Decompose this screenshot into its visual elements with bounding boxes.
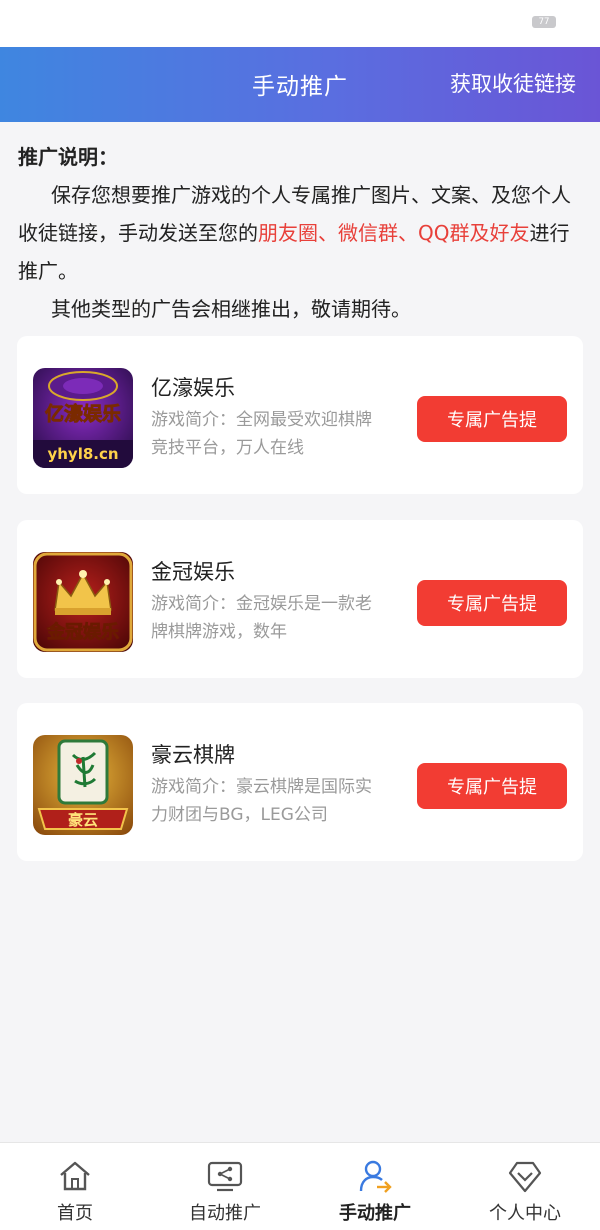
logo-title-text: 亿濠娱乐 bbox=[45, 402, 121, 425]
get-invite-link-button[interactable]: 获取收徒链接 bbox=[450, 68, 576, 98]
game-card: 豪云 豪云棋牌 游戏简介：豪云棋牌是国际实力财团与BG，LEG公司 专属广告提 bbox=[17, 703, 583, 861]
tab-home-label: 首页 bbox=[57, 1203, 93, 1224]
share-screen-icon bbox=[207, 1161, 243, 1192]
coming-soon-note: 其他类型的广告会相继推出，敬请期待。 bbox=[51, 297, 411, 321]
tab-auto-promo[interactable]: 自动推广 bbox=[150, 1143, 300, 1230]
game-name: 豪云棋牌 bbox=[151, 743, 235, 767]
logo-title-text: 豪云 bbox=[68, 811, 98, 829]
game-description: 游戏简介：金冠娱乐是一款老牌棋牌游戏，数年 bbox=[151, 594, 372, 642]
tab-profile[interactable]: 个人中心 bbox=[450, 1143, 600, 1230]
promo-channels-highlight: 朋友圈、微信群、QQ群及好友 bbox=[258, 221, 530, 245]
game-name: 金冠娱乐 bbox=[151, 560, 235, 584]
status-bar: 77 bbox=[0, 0, 600, 47]
tab-manual-promo[interactable]: 手动推广 bbox=[300, 1143, 450, 1230]
bottom-tab-bar: 首页 自动推广 手动推广 个人中心 bbox=[0, 1142, 600, 1230]
exclusive-ad-button[interactable]: 专属广告提 bbox=[417, 580, 567, 626]
promo-description-paragraph: 保存您想要推广游戏的个人专属推广图片、文案、及您个人收徒链接，手动发送至您的朋友… bbox=[18, 176, 584, 290]
crown-logo-icon: 金冠娱乐 bbox=[33, 552, 133, 652]
promo-description-heading: 推广说明： bbox=[18, 145, 118, 169]
exclusive-ad-button[interactable]: 专属广告提 bbox=[417, 396, 567, 442]
game-description: 游戏简介：豪云棋牌是国际实力财团与BG，LEG公司 bbox=[151, 777, 372, 825]
game-logo: 金冠娱乐 bbox=[33, 552, 133, 652]
promo-description: 推广说明： 保存您想要推广游戏的个人专属推广图片、文案、及您个人收徒链接，手动发… bbox=[18, 138, 584, 328]
game-card: 金冠娱乐 金冠娱乐 游戏简介：金冠娱乐是一款老牌棋牌游戏，数年 专属广告提 bbox=[17, 520, 583, 678]
logo-title-text: 金冠娱乐 bbox=[46, 621, 119, 643]
game-name: 亿濠娱乐 bbox=[151, 376, 235, 400]
mahjong-logo-icon: 豪云 bbox=[33, 735, 133, 835]
tab-manual-promo-label: 手动推广 bbox=[339, 1203, 411, 1224]
logo-sub-text: yhyl8.cn bbox=[47, 445, 118, 463]
tab-home[interactable]: 首页 bbox=[0, 1143, 150, 1230]
home-icon bbox=[60, 1161, 90, 1191]
game-logo: 豪云 bbox=[33, 735, 133, 835]
diamond-heart-icon bbox=[508, 1161, 542, 1193]
header-bar: 手动推广 获取收徒链接 bbox=[0, 47, 600, 122]
game-logo: 亿濠娱乐 yhyl8.cn bbox=[33, 368, 133, 468]
user-arrow-icon bbox=[359, 1160, 392, 1193]
game-card: 亿濠娱乐 yhyl8.cn 亿濠娱乐 游戏简介：全网最受欢迎棋牌竞技平台，万人在… bbox=[17, 336, 583, 494]
tab-auto-promo-label: 自动推广 bbox=[189, 1203, 261, 1224]
tab-profile-label: 个人中心 bbox=[489, 1203, 561, 1224]
exclusive-ad-button[interactable]: 专属广告提 bbox=[417, 763, 567, 809]
battery-icon: 77 bbox=[532, 16, 556, 28]
yihao-logo-icon: 亿濠娱乐 yhyl8.cn bbox=[33, 368, 133, 468]
game-description: 游戏简介：全网最受欢迎棋牌竞技平台，万人在线 bbox=[151, 410, 372, 458]
